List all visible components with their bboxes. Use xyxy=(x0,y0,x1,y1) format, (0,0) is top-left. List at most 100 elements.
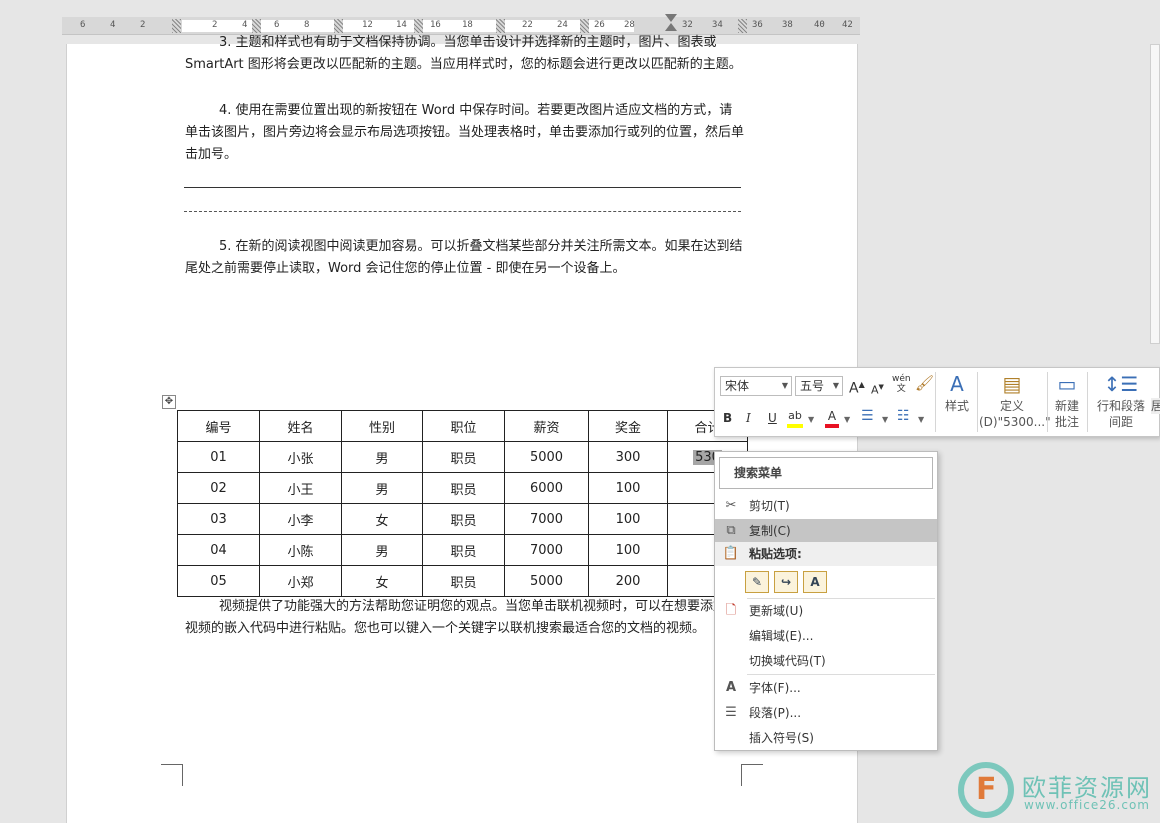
table-cell[interactable]: 05 xyxy=(177,565,260,597)
ruler-column-marker[interactable] xyxy=(580,19,589,33)
numbering-dropdown-arrow[interactable]: ▼ xyxy=(918,412,924,428)
table-cell[interactable]: 小郑 xyxy=(259,565,342,597)
table-move-handle-icon[interactable]: ✥ xyxy=(162,395,176,409)
bullets-button[interactable]: ☰ xyxy=(861,408,874,424)
salary-table[interactable]: 编号 姓名 性别 职位 薪资 奖金 合计 01 小张 男 职员 5000 300… xyxy=(177,410,748,597)
font-color-button[interactable]: A xyxy=(825,408,839,428)
table-cell[interactable]: 男 xyxy=(341,534,423,566)
bullets-dropdown-arrow[interactable]: ▼ xyxy=(882,412,888,428)
menu-item-insert-symbol[interactable]: 插入符号(S) xyxy=(715,726,937,750)
font-size-dropdown[interactable]: 五号 ▼ xyxy=(795,376,843,396)
table-cell[interactable]: 100 xyxy=(588,534,668,566)
highlight-button[interactable]: ab xyxy=(787,408,803,428)
ruler-column-marker[interactable] xyxy=(414,19,423,33)
crop-mark-bottom-left xyxy=(161,764,183,786)
menu-item-font[interactable]: A 字体(F)... xyxy=(715,676,937,700)
table-cell[interactable]: 200 xyxy=(588,565,668,597)
ruler-column-marker[interactable] xyxy=(496,19,505,33)
ruler-label: 24 xyxy=(557,20,568,30)
table-cell[interactable]: 6000 xyxy=(504,472,589,504)
table-cell[interactable]: 小张 xyxy=(259,441,342,473)
line-paragraph-spacing-button[interactable]: ↕☰ 行和段落 间距 xyxy=(1091,372,1151,430)
italic-icon: I xyxy=(746,411,751,425)
table-cell[interactable]: 职员 xyxy=(422,503,505,535)
center-button[interactable]: 居 xyxy=(1151,398,1160,414)
paragraph-3[interactable]: 3. 主题和样式也有助于文档保持协调。当您单击设计并选择新的主题时，图片、图表或… xyxy=(185,32,745,76)
table-header-cell[interactable]: 职位 xyxy=(422,410,505,442)
search-menu-input[interactable]: 搜索菜单 xyxy=(719,457,933,489)
bold-button[interactable]: B xyxy=(723,410,732,426)
font-color-dropdown-arrow[interactable]: ▼ xyxy=(844,412,850,428)
menu-item-toggle-field-codes[interactable]: 切换域代码(T) xyxy=(715,649,937,673)
vertical-scrollbar[interactable] xyxy=(1150,44,1160,344)
comment-icon: ▭ xyxy=(1057,372,1077,396)
table-cell[interactable]: 7000 xyxy=(504,503,589,535)
menu-item-edit-field[interactable]: 编辑域(E)... xyxy=(715,624,937,648)
keep-text-only-icon[interactable]: A xyxy=(803,571,827,593)
watermark-url: www.office26.com xyxy=(1024,798,1150,812)
menu-item-label: 段落(P)... xyxy=(749,706,802,720)
merge-formatting-icon[interactable]: ↪ xyxy=(774,571,798,593)
table-cell[interactable]: 03 xyxy=(177,503,260,535)
menu-item-copy[interactable]: ⧉ 复制(C) xyxy=(715,519,937,543)
ruler-label: 14 xyxy=(396,20,407,30)
styles-button[interactable]: A 样式 xyxy=(939,372,975,414)
menu-item-label: 更新域(U) xyxy=(749,604,804,618)
table-header-cell[interactable]: 编号 xyxy=(177,410,260,442)
menu-item-update-field[interactable]: 🗋 更新域(U) xyxy=(715,599,937,623)
table-cell[interactable]: 女 xyxy=(341,503,423,535)
table-cell[interactable]: 女 xyxy=(341,565,423,597)
table-header-cell[interactable]: 姓名 xyxy=(259,410,342,442)
underline-button[interactable]: U xyxy=(768,410,777,426)
keep-source-formatting-icon[interactable]: ✎ xyxy=(745,571,769,593)
mini-toolbar: 宋体 ▼ 五号 ▼ A▲ A▼ wén 文 🖌 B I U ab ▼ A ▼ ☰ … xyxy=(714,367,1160,437)
table-header-cell[interactable]: 性别 xyxy=(341,410,423,442)
ruler-label: 40 xyxy=(814,20,825,30)
table-cell[interactable]: 7000 xyxy=(504,534,589,566)
table-cell[interactable]: 职员 xyxy=(422,534,505,566)
table-cell[interactable]: 小李 xyxy=(259,503,342,535)
define-sublabel: (D)"5300..." xyxy=(979,415,1051,429)
ruler-label: 6 xyxy=(274,20,280,30)
italic-button[interactable]: I xyxy=(746,410,751,426)
ruler-label: 4 xyxy=(242,20,248,30)
ruler-column-marker[interactable] xyxy=(334,19,343,33)
font-icon: A xyxy=(725,680,737,695)
format-painter-button[interactable]: 🖌 xyxy=(915,375,934,391)
menu-item-cut[interactable]: ✂ 剪切(T) xyxy=(715,494,937,518)
table-cell[interactable]: 5000 xyxy=(504,565,589,597)
table-cell[interactable]: 02 xyxy=(177,472,260,504)
table-cell[interactable]: 5000 xyxy=(504,441,589,473)
styles-icon: A xyxy=(950,372,964,396)
paragraph-4[interactable]: 4. 使用在需要位置出现的新按钮在 Word 中保存时间。若要更改图片适应文档的… xyxy=(185,100,745,166)
paragraph-5[interactable]: 5. 在新的阅读视图中阅读更加容易。可以折叠文档某些部分并关注所需文本。如果在达… xyxy=(185,236,745,280)
table-cell[interactable]: 职员 xyxy=(422,565,505,597)
paragraph-video[interactable]: 视频提供了功能强大的方法帮助您证明您的观点。当您单击联机视频时，可以在想要添加的… xyxy=(185,596,745,640)
menu-item-paragraph[interactable]: ☰ 段落(P)... xyxy=(715,701,937,725)
numbering-button[interactable]: ☷ xyxy=(897,408,910,424)
table-header-cell[interactable]: 奖金 xyxy=(588,410,668,442)
shrink-font-button[interactable]: A▼ xyxy=(871,379,884,399)
table-header-cell[interactable]: 薪资 xyxy=(504,410,589,442)
table-cell[interactable]: 男 xyxy=(341,472,423,504)
table-cell[interactable]: 100 xyxy=(588,503,668,535)
grow-font-button[interactable]: A▲ xyxy=(849,377,865,397)
table-cell[interactable]: 300 xyxy=(588,441,668,473)
table-cell[interactable]: 04 xyxy=(177,534,260,566)
phonetic-guide-button[interactable]: wén 文 xyxy=(892,374,911,394)
table-cell[interactable]: 小王 xyxy=(259,472,342,504)
font-name-dropdown[interactable]: 宋体 ▼ xyxy=(720,376,792,396)
define-button[interactable]: ▤ 定义 (D)"5300..." xyxy=(979,372,1051,430)
ruler-column-marker[interactable] xyxy=(252,19,261,33)
table-cell[interactable]: 小陈 xyxy=(259,534,342,566)
shrink-font-icon: A xyxy=(871,383,879,397)
bullet-list-icon: ☰ xyxy=(861,408,874,424)
table-cell[interactable]: 01 xyxy=(177,441,260,473)
highlight-dropdown-arrow[interactable]: ▼ xyxy=(808,412,814,428)
ruler-label: 16 xyxy=(430,20,441,30)
table-cell[interactable]: 男 xyxy=(341,441,423,473)
new-comment-button[interactable]: ▭ 新建 批注 xyxy=(1050,372,1084,430)
table-cell[interactable]: 100 xyxy=(588,472,668,504)
table-cell[interactable]: 职员 xyxy=(422,441,505,473)
table-cell[interactable]: 职员 xyxy=(422,472,505,504)
